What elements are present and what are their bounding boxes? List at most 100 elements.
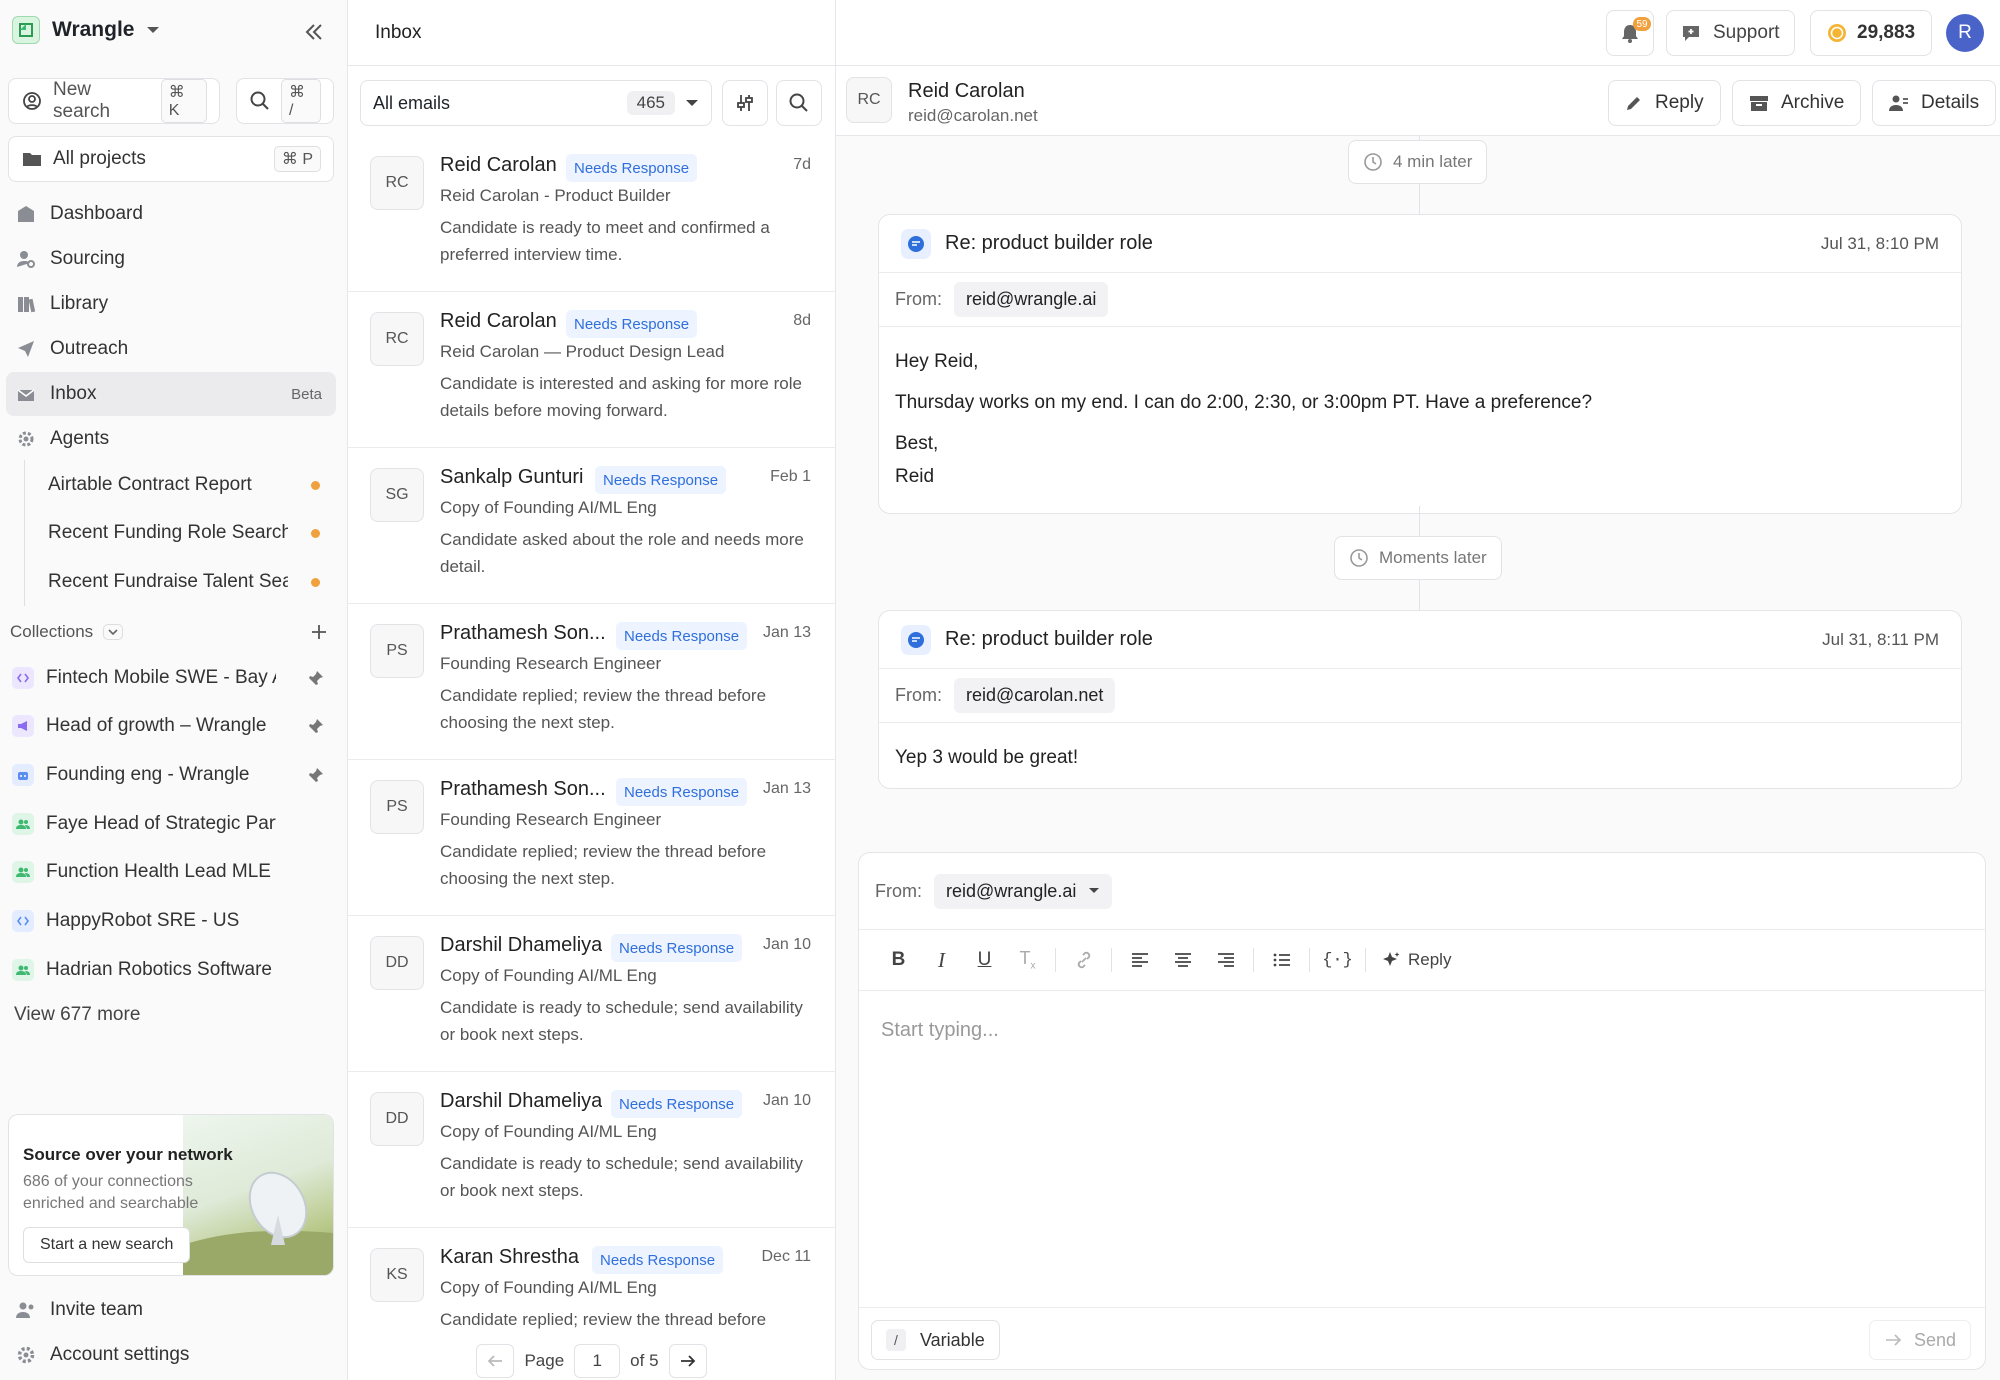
align-right-button[interactable] [1204,940,1247,980]
clear-format-button[interactable]: Tx [1006,940,1049,980]
email-date: Jan 10 [762,936,811,953]
reply-button[interactable]: Reply [1608,80,1721,126]
collection-item[interactable]: Head of growth – Wrangle [12,704,324,748]
send-button[interactable]: Send [1868,1320,1971,1360]
start-new-search-button[interactable]: Start a new search [23,1227,191,1263]
sourcing-icon [16,249,36,269]
email-timestamp: Jul 31, 8:10 PM [1820,233,1939,253]
variable-button[interactable]: / Variable [871,1320,1000,1360]
email-subtitle: Founding Research Engineer [440,654,662,673]
all-projects-shortcut: ⌘ P [273,146,321,172]
notifications-button[interactable]: 59 [1606,10,1654,56]
support-button[interactable]: Support [1666,10,1795,56]
credits-button[interactable]: 29,883 [1810,10,1933,56]
agent-item[interactable]: Recent Fundraise Talent Search [48,560,320,604]
align-center-button[interactable] [1161,940,1204,980]
user-avatar[interactable]: R [1946,14,1984,52]
email-row[interactable]: KS Karan Shrestha Needs Response Dec 11 … [348,1228,835,1342]
collection-item[interactable]: Hadrian Robotics Software Eng [12,948,324,992]
toolbar-divider [1111,948,1112,972]
search-emails-button[interactable] [776,80,822,126]
agent-label: Recent Fundraise Talent Search [48,571,288,592]
italic-button[interactable]: I [920,940,963,980]
collection-item[interactable]: Founding eng - Wrangle [12,753,324,797]
promo-title: Source over your network [23,1145,233,1164]
add-collection-icon[interactable] [310,623,328,641]
email-line: Yep 3 would be great! [895,747,1079,768]
email-row[interactable]: RC Reid Carolan Needs Response 7d Reid C… [348,136,835,292]
email-subtitle: Copy of Founding AI/ML Eng [440,1278,657,1297]
details-button[interactable]: Details [1872,80,1997,126]
new-search-label: New search [53,79,111,122]
bold-button[interactable]: B [877,940,920,980]
from-account-select[interactable]: reid@wrangle.ai [934,873,1113,909]
toolbar-divider [1309,948,1310,972]
email-row[interactable]: PS Prathamesh Son... Needs Response Jan … [348,604,835,760]
avatar: DD [370,1092,424,1146]
email-summary: Candidate replied; review the thread bef… [440,1310,767,1329]
email-row[interactable]: DD Darshil Dhameliya Needs Response Jan … [348,916,835,1072]
sender-name: Prathamesh Son... [440,622,606,644]
new-search-shortcut: ⌘ K [160,79,207,123]
credits-count: 29,883 [1857,22,1916,43]
collection-item[interactable]: HappyRobot SRE - US [12,899,324,943]
reply-composer: From: reid@wrangle.ai B I U Tx {·} Reply… [858,852,1986,1370]
ai-reply-button[interactable]: Reply [1372,940,1461,980]
pin-icon[interactable] [308,767,324,783]
robot-icon [12,764,34,786]
link-button[interactable] [1062,940,1105,980]
pin-icon[interactable] [308,718,324,734]
message-body-input[interactable]: Start typing... [881,1019,999,1042]
sparkle-icon [1382,951,1400,969]
promo-subtitle: 686 of your connections enriched and sea… [23,1173,199,1212]
nav-library[interactable]: Library [6,282,336,326]
align-left-button[interactable] [1118,940,1161,980]
align-right-icon [1216,951,1236,969]
bullet-list-button[interactable] [1260,940,1303,980]
nav-inbox[interactable]: Inbox Beta [6,372,336,416]
collapse-sidebar-icon[interactable] [302,20,326,44]
all-projects-button[interactable]: All projects ⌘ P [8,136,334,182]
collection-item[interactable]: Fintech Mobile SWE - Bay Area [12,656,324,700]
message-icon [901,624,931,655]
agent-item[interactable]: Recent Funding Role Search [48,511,320,555]
insert-variable-button[interactable]: {·} [1316,940,1359,980]
quick-search-button[interactable]: ⌘ / [236,78,334,124]
email-subject: Re: product builder role [945,628,1153,650]
archive-button[interactable]: Archive [1732,80,1862,126]
chevron-down-icon[interactable] [103,624,124,640]
email-timestamp: Jul 31, 8:11 PM [1822,629,1939,649]
email-row[interactable]: RC Reid Carolan Needs Response 8d Reid C… [348,292,835,448]
invite-icon [16,1301,36,1319]
time-gap-label: Moments later [1379,548,1487,567]
nav-agents[interactable]: Agents [6,417,336,461]
agents-tree-line [24,460,25,606]
nav-dashboard[interactable]: Dashboard [6,192,336,236]
email-row[interactable]: PS Prathamesh Son... Needs Response Jan … [348,760,835,916]
pin-icon[interactable] [308,670,324,686]
agent-item[interactable]: Airtable Contract Report [48,463,320,507]
email-row[interactable]: SG Sankalp Gunturi Needs Response Feb 1 … [348,448,835,604]
nav-outreach[interactable]: Outreach [6,327,336,371]
email-filter-select[interactable]: All emails 465 [360,80,712,126]
sender-name: Reid Carolan [440,310,557,332]
prev-page-button[interactable] [476,1344,515,1378]
view-more-link[interactable]: View 677 more [14,1004,140,1026]
email-subtitle: Reid Carolan — Product Design Lead [440,342,725,361]
email-summary: Candidate is ready to schedule; send ava… [440,998,803,1044]
new-search-button[interactable]: New search ⌘ K [8,78,220,124]
folder-icon [21,149,43,169]
invite-team-button[interactable]: Invite team [6,1288,336,1332]
filter-settings-button[interactable] [722,80,768,126]
next-page-button[interactable] [668,1344,707,1378]
underline-button[interactable]: U [963,940,1006,980]
workspace-switcher[interactable]: Wrangle [12,16,160,44]
email-row[interactable]: DD Darshil Dhameliya Needs Response Jan … [348,1072,835,1228]
email-message-card: Re: product builder role Jul 31, 8:10 PM… [878,214,1962,514]
page-number-input[interactable]: 1 [574,1344,621,1378]
account-settings-button[interactable]: Account settings [6,1333,336,1377]
collection-item[interactable]: Function Health Lead MLE SF [12,850,324,894]
people-icon [12,861,34,883]
collection-item[interactable]: Faye Head of Strategic Partnerships [12,802,324,846]
nav-sourcing[interactable]: Sourcing [6,237,336,281]
